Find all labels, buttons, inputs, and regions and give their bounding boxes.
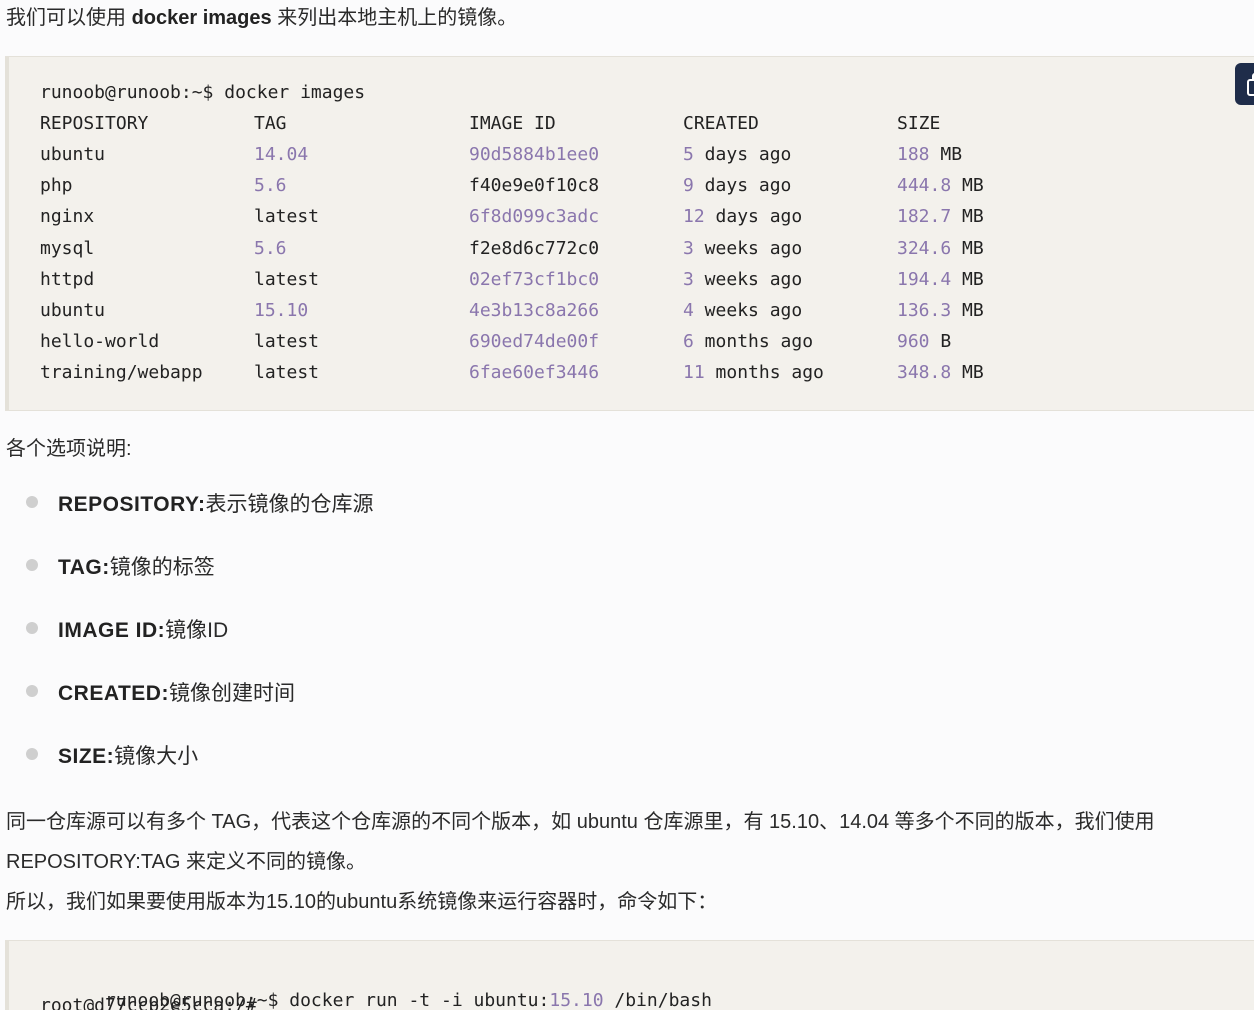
cell-tag: latest	[254, 269, 320, 290]
header-size: SIZE	[897, 113, 941, 134]
table-row: ubuntu 14.04 90d5884b1ee0 5 days ago 188…	[40, 143, 962, 167]
cell-size: 348.8 MB	[897, 362, 984, 383]
table-row: php 5.6 f40e9e0f10c8 9 days ago 444.8 MB	[40, 174, 984, 198]
docker-run-code-block[interactable]: runoob@runoob:~$ docker run -t -i ubuntu…	[5, 940, 1254, 1010]
cell-tag: 14.04	[254, 144, 309, 165]
cell-size: 136.3 MB	[897, 300, 984, 321]
bullet-icon	[26, 496, 38, 508]
intro-text: 我们可以使用 docker images 来列出本地主机上的镜像。	[6, 6, 517, 30]
paragraph-repository-tag: REPOSITORY:TAG 来定义不同的镜像。	[6, 851, 367, 873]
cell-repository: hello-world	[40, 331, 160, 352]
cell-image-id: 6f8d099c3adc	[469, 206, 600, 227]
cell-image-id: f40e9e0f10c8	[469, 175, 600, 196]
header-repository: REPOSITORY	[40, 113, 149, 134]
cell-size: 182.7 MB	[897, 206, 984, 227]
intro-prefix: 我们可以使用	[6, 7, 132, 29]
paragraph-tag-explanation: 同一仓库源可以有多个 TAG，代表这个仓库源的不同个版本，如 ubuntu 仓库…	[6, 811, 1155, 833]
run-version: 15.10	[549, 990, 604, 1010]
cell-created: 3 weeks ago	[683, 269, 803, 290]
table-row: training/webapp latest 6fae60ef3446 11 m…	[40, 361, 984, 385]
option-desc: 镜像创建时间	[168, 682, 295, 705]
cell-repository: mysql	[40, 238, 95, 259]
cell-repository: httpd	[40, 269, 95, 290]
cell-image-id: 90d5884b1ee0	[469, 144, 600, 165]
option-desc: 镜像ID	[165, 619, 229, 642]
option-term: SIZE:	[58, 745, 115, 768]
paragraph-run-command-intro: 所以，我们如果要使用版本为15.10的ubuntu系统镜像来运行容器时，命令如下…	[6, 891, 718, 913]
option-term: CREATED:	[58, 682, 169, 705]
cell-image-id: f2e8d6c772c0	[469, 238, 600, 259]
cell-image-id: 4e3b13c8a266	[469, 300, 600, 321]
cell-tag: latest	[254, 362, 320, 383]
table-header-row: REPOSITORY TAG IMAGE ID CREATED SIZE	[40, 112, 940, 136]
cell-created: 5 days ago	[683, 144, 792, 165]
option-term: IMAGE ID:	[58, 619, 166, 642]
header-created: CREATED	[683, 113, 759, 134]
cell-image-id: 02ef73cf1bc0	[469, 269, 600, 290]
option-desc: 镜像大小	[114, 745, 199, 768]
cell-created: 3 weeks ago	[683, 238, 803, 259]
run-suffix: /bin/bash	[603, 990, 712, 1010]
bullet-icon	[26, 685, 38, 697]
table-row: hello-world latest 690ed74de00f 6 months…	[40, 330, 951, 354]
code-prompt-line: runoob@runoob:~$ docker images	[40, 82, 366, 103]
cell-size: 188 MB	[897, 144, 963, 165]
docker-images-code-block[interactable]: runoob@runoob:~$ docker images REPOSITOR…	[5, 56, 1254, 411]
cell-repository: ubuntu	[40, 144, 106, 165]
cell-size: 324.6 MB	[897, 238, 984, 259]
intro-command: docker images	[131, 7, 272, 29]
cell-size: 194.4 MB	[897, 269, 984, 290]
option-desc: 镜像的标签	[109, 556, 215, 579]
option-term: REPOSITORY:	[58, 493, 206, 516]
cell-created: 4 weeks ago	[683, 300, 803, 321]
cell-size: 960 B	[897, 331, 952, 352]
cell-tag: latest	[254, 206, 320, 227]
table-row: ubuntu 15.10 4e3b13c8a266 4 weeks ago 13…	[40, 299, 984, 323]
option-term: TAG:	[58, 556, 110, 579]
cell-size: 444.8 MB	[897, 175, 984, 196]
cell-image-id: 690ed74de00f	[469, 331, 600, 352]
table-row: nginx latest 6f8d099c3adc 12 days ago 18…	[40, 205, 984, 229]
table-row: mysql 5.6 f2e8d6c772c0 3 weeks ago 324.6…	[40, 237, 984, 261]
cell-tag: 15.10	[254, 300, 309, 321]
code-output-line: root@d77ccb2e5cca:/#	[40, 995, 257, 1010]
cell-repository: php	[40, 175, 73, 196]
cell-image-id: 6fae60ef3446	[469, 362, 600, 383]
cell-tag: 5.6	[254, 238, 287, 259]
bullet-icon	[26, 559, 38, 571]
table-row: httpd latest 02ef73cf1bc0 3 weeks ago 19…	[40, 268, 984, 292]
cell-repository: training/webapp	[40, 362, 203, 383]
header-image-id: IMAGE ID	[469, 113, 556, 134]
cell-repository: ubuntu	[40, 300, 106, 321]
cell-created: 11 months ago	[683, 362, 824, 383]
cell-tag: 5.6	[254, 175, 287, 196]
page: 我们可以使用 docker images 来列出本地主机上的镜像。 runoob…	[0, 0, 1254, 1010]
intro-suffix: 来列出本地主机上的镜像。	[271, 7, 518, 29]
option-desc: 表示镜像的仓库源	[205, 493, 374, 516]
copy-code-button[interactable]	[1235, 63, 1254, 105]
cell-tag: latest	[254, 331, 320, 352]
cell-created: 6 months ago	[683, 331, 814, 352]
options-title: 各个选项说明:	[6, 438, 132, 460]
code-run-line: runoob@runoob:~$ docker run -t -i ubuntu…	[40, 965, 712, 1010]
bullet-icon	[26, 748, 38, 760]
cell-repository: nginx	[40, 206, 95, 227]
copy-icon	[1247, 73, 1254, 96]
cell-created: 12 days ago	[683, 206, 803, 227]
header-tag: TAG	[254, 113, 287, 134]
cell-created: 9 days ago	[683, 175, 792, 196]
bullet-icon	[26, 622, 38, 634]
